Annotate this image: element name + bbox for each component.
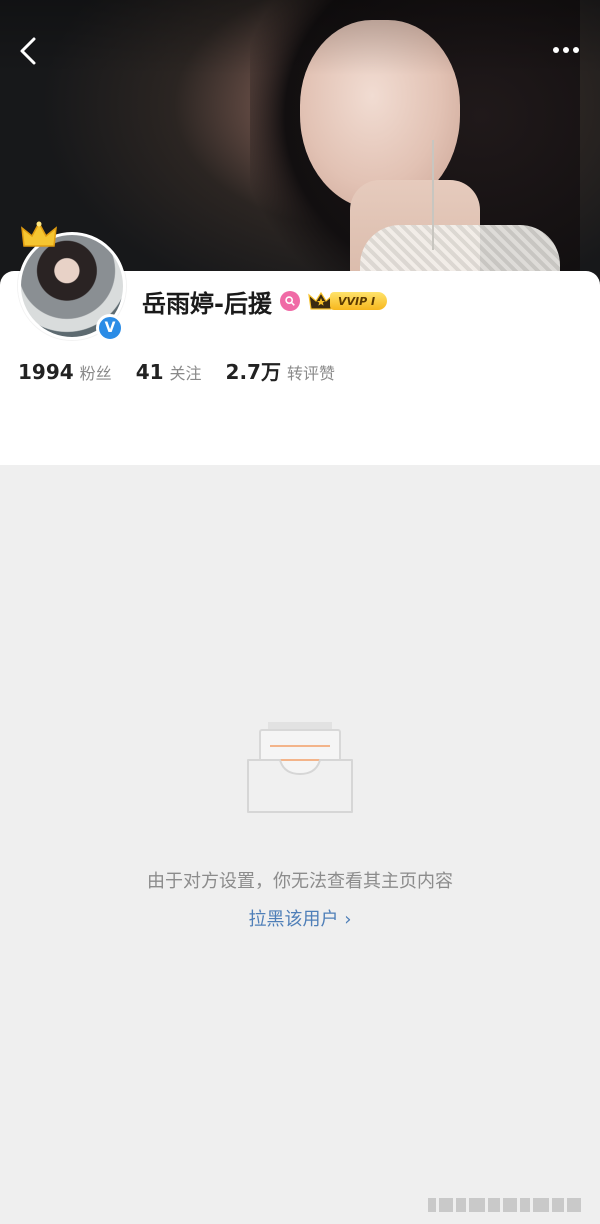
vip-badge[interactable]: VVIP I bbox=[308, 290, 388, 312]
more-options-button[interactable] bbox=[548, 36, 584, 64]
female-icon bbox=[279, 291, 300, 311]
stats-row: 1994 粉丝 41 关注 2.7万 转评赞 bbox=[18, 356, 359, 385]
watermark bbox=[428, 1194, 581, 1216]
stat-label: 粉丝 bbox=[79, 364, 112, 383]
more-dots-icon bbox=[553, 47, 579, 53]
back-chevron-icon bbox=[20, 37, 36, 65]
block-user-link[interactable]: 拉黑该用户 › bbox=[0, 905, 600, 931]
stat-value: 2.7万 bbox=[225, 360, 281, 384]
vip-level-label: VVIP I bbox=[329, 292, 388, 310]
stat-label: 关注 bbox=[169, 364, 202, 383]
empty-inbox-icon bbox=[247, 722, 353, 813]
stat-value: 1994 bbox=[18, 360, 74, 384]
avatar-container[interactable]: V bbox=[18, 221, 128, 342]
crown-icon bbox=[21, 221, 57, 247]
empty-state-message: 由于对方设置，你无法查看其主页内容 bbox=[147, 871, 453, 892]
stat-following[interactable]: 41 关注 bbox=[136, 360, 202, 384]
stat-label: 转评赞 bbox=[286, 364, 335, 383]
back-button[interactable] bbox=[14, 34, 42, 68]
verified-icon: V bbox=[96, 314, 124, 342]
stat-interactions[interactable]: 2.7万 转评赞 bbox=[226, 356, 335, 385]
profile-name: 岳雨婷-后援 bbox=[142, 289, 272, 318]
name-row: 岳雨婷-后援 VVIP I bbox=[142, 284, 388, 318]
stat-followers[interactable]: 1994 粉丝 bbox=[18, 360, 112, 384]
empty-state: 由于对方设置，你无法查看其主页内容 拉黑该用户 › bbox=[0, 465, 600, 1224]
stat-value: 41 bbox=[135, 360, 164, 384]
